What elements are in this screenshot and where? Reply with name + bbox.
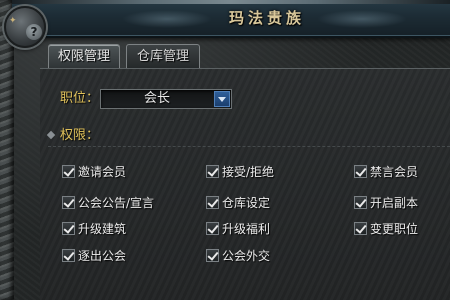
permission-label: 升级建筑 [78,222,127,236]
position-select[interactable]: 会长 [100,89,232,109]
checkbox[interactable] [206,165,219,178]
permission-label: 仓库设定 [222,196,271,210]
window-title: 玛法贵族 [228,9,305,27]
permission-label: 接受/拒绝 [222,165,275,179]
checkbox[interactable] [62,196,75,209]
permission-label: 逐出公会 [78,249,127,263]
permissions-header-label: 权限： [60,128,100,143]
permission-label: 公会公告/宣言 [78,196,155,210]
checkbox[interactable] [354,222,367,235]
tab-permission-management[interactable]: 权限管理 [48,44,120,68]
title-bar: 玛法贵族 [12,0,450,38]
checkbox[interactable] [354,165,367,178]
position-label: 职位： [60,91,100,106]
dropdown-arrow-icon[interactable] [214,91,230,107]
checkbox[interactable] [62,249,75,262]
checkbox[interactable] [354,196,367,209]
wing-ornament-icon: ✦ [9,16,17,26]
permission-label: 邀请会员 [78,165,127,179]
permission-label: 禁言会员 [370,165,419,179]
title-ornament-left [122,10,212,28]
help-icon: ? [26,24,42,40]
help-button[interactable]: ✦ ? [4,6,46,48]
permission-label: 变更职位 [370,222,419,236]
checkbox[interactable] [206,222,219,235]
checkbox[interactable] [62,222,75,235]
position-select-value: 会长 [143,91,170,106]
guild-window: 玛法贵族 ✦ ? 权限管理 仓库管理 职位： 会长 权限： 邀请会员 接受/拒绝… [0,0,450,300]
checkbox[interactable] [206,249,219,262]
tab-warehouse-management[interactable]: 仓库管理 [126,44,200,68]
permission-label: 开启副本 [370,196,419,210]
permission-label: 升级福利 [222,222,271,236]
permissions-divider [48,146,450,147]
stone-frame-left [0,0,14,300]
permission-label: 公会外交 [222,249,271,263]
title-ornament-right [317,10,407,28]
checkbox[interactable] [206,196,219,209]
checkbox[interactable] [62,165,75,178]
